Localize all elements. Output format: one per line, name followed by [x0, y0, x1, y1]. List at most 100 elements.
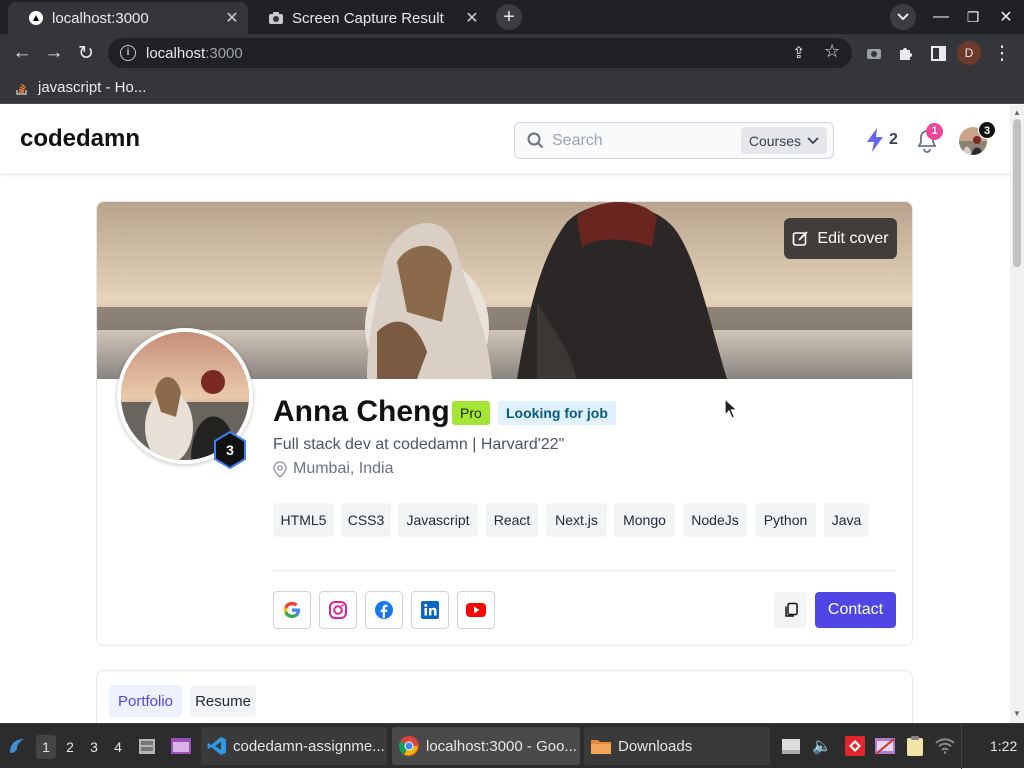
screenshot-extension-icon[interactable] [861, 40, 887, 66]
edit-cover-label: Edit cover [817, 229, 889, 247]
skill-tag: Javascript [398, 503, 478, 537]
page-viewport: codedamn Search Courses 2 1 3 Edit cover… [0, 105, 1010, 723]
chevron-down-icon [807, 136, 819, 144]
taskbar-vscode-window[interactable]: codedamn-assignme... [201, 727, 387, 765]
notifications-button[interactable]: 1 [916, 123, 943, 158]
restore-window-icon[interactable]: ❐ [960, 4, 986, 30]
site-logo[interactable]: codedamn [20, 125, 140, 153]
close-tab-icon[interactable]: ✕ [462, 8, 482, 28]
bookmarks-bar: javascript - Ho... [0, 72, 1024, 104]
skill-tag: CSS3 [341, 503, 391, 537]
browser-menu-icon[interactable]: ⋮ [989, 40, 1015, 66]
taskbar-downloads-window[interactable]: Downloads [584, 727, 770, 765]
profile-name: Anna Cheng [273, 395, 450, 428]
instagram-icon [329, 601, 347, 619]
copy-profile-link-button[interactable] [774, 592, 807, 628]
level-hexagon-badge: 3 [214, 431, 246, 469]
minimize-window-icon[interactable]: — [928, 4, 954, 30]
volume-muted-icon[interactable]: 🔈 [810, 734, 834, 758]
browser-toolbar: ← → ↻ i localhost:3000 ⇪ ☆ D ⋮ [0, 34, 1024, 72]
page-scrollbar[interactable]: ▲ ▼ [1010, 105, 1024, 723]
linkedin-link[interactable] [411, 591, 449, 629]
search-bar[interactable]: Search Courses [514, 122, 834, 159]
scroll-up-arrow-icon[interactable]: ▲ [1013, 108, 1021, 117]
wifi-icon[interactable] [933, 734, 957, 758]
drive-icon[interactable] [779, 734, 803, 758]
lightning-bolt-icon [867, 128, 883, 152]
url-port: :3000 [205, 44, 243, 62]
copy-icon [784, 602, 798, 617]
search-scope-select[interactable]: Courses [740, 127, 827, 154]
tab-resume[interactable]: Resume [190, 685, 256, 717]
portfolio-section-card: Portfolio Resume [96, 670, 913, 723]
workspace-1[interactable]: 1 [36, 735, 56, 759]
clock[interactable]: 1:22 [990, 738, 1017, 754]
level-number: 3 [226, 442, 234, 458]
edit-cover-button[interactable]: Edit cover [784, 218, 897, 259]
youtube-link[interactable] [457, 591, 495, 629]
tab-title: localhost:3000 [52, 9, 149, 27]
tab-portfolio[interactable]: Portfolio [109, 685, 182, 717]
skill-tag: Next.js [546, 503, 607, 537]
workspace-2[interactable]: 2 [60, 735, 80, 759]
start-menu-icon[interactable] [5, 734, 29, 758]
streak-count: 2 [889, 131, 898, 148]
browser-tab-bar: localhost:3000 ✕ Screen Capture Result ✕… [0, 0, 1024, 34]
streak-counter[interactable]: 2 [865, 127, 898, 153]
tab-search-chevron-icon[interactable] [890, 4, 916, 30]
bookmark-item[interactable]: javascript - Ho... [14, 79, 146, 96]
taskbar-chrome-window[interactable]: localhost:3000 - Goo... [392, 727, 580, 765]
skill-tag: Mongo [614, 503, 675, 537]
url-host: localhost [146, 44, 206, 62]
clipboard-tray-icon[interactable] [903, 734, 927, 758]
profile-location: Mumbai, India [273, 460, 394, 478]
task-label: Downloads [618, 737, 693, 755]
pro-badge: Pro [452, 401, 490, 425]
share-icon[interactable]: ⇪ [792, 43, 805, 63]
back-icon[interactable]: ← [9, 40, 35, 66]
profile-bio: Full stack dev at codedamn | Harvard'22" [273, 436, 565, 453]
close-window-icon[interactable]: ✕ [993, 4, 1019, 30]
facebook-link[interactable] [365, 591, 403, 629]
scroll-down-arrow-icon[interactable]: ▼ [1013, 709, 1021, 718]
workspace-4[interactable]: 4 [108, 735, 128, 759]
screenshot-app-icon[interactable] [169, 734, 193, 758]
instagram-link[interactable] [319, 591, 357, 629]
location-text: Mumbai, India [293, 460, 394, 477]
file-cabinet-icon[interactable] [135, 734, 159, 758]
avatar-level-badge: 3 [978, 121, 996, 139]
chrome-icon [398, 736, 419, 756]
side-panel-icon[interactable] [925, 40, 951, 66]
site-header: codedamn Search Courses 2 1 3 [0, 105, 1010, 175]
google-link[interactable] [273, 591, 311, 629]
browser-tab-screen-capture[interactable]: Screen Capture Result ✕ [248, 2, 488, 34]
browser-tab-localhost[interactable]: localhost:3000 ✕ [8, 2, 248, 34]
notification-badge: 1 [926, 123, 943, 140]
mouse-cursor-icon [724, 398, 738, 419]
close-tab-icon[interactable]: ✕ [222, 8, 242, 28]
search-scope-label: Courses [748, 132, 801, 149]
screenshot-tray-icon[interactable] [873, 734, 897, 758]
search-input[interactable]: Search [552, 132, 741, 150]
contact-button[interactable]: Contact [815, 592, 896, 628]
extensions-puzzle-icon[interactable] [893, 40, 919, 66]
bookmark-star-icon[interactable]: ☆ [824, 41, 840, 62]
bookmark-label: javascript - Ho... [38, 79, 147, 96]
workspace-3[interactable]: 3 [84, 735, 104, 759]
reload-icon[interactable]: ↻ [73, 40, 99, 66]
divider [273, 570, 896, 571]
forward-icon[interactable]: → [41, 40, 67, 66]
skill-tag: HTML5 [273, 503, 334, 537]
google-icon [283, 601, 300, 619]
new-tab-button[interactable]: + [496, 4, 522, 30]
youtube-icon [466, 603, 486, 617]
site-info-icon[interactable]: i [120, 45, 136, 61]
address-bar[interactable]: i localhost:3000 ⇪ ☆ [108, 38, 852, 68]
anydesk-tray-icon[interactable] [843, 734, 867, 758]
skill-tag: Java [824, 503, 869, 537]
scrollbar-thumb[interactable] [1013, 119, 1021, 267]
profile-avatar[interactable]: D [957, 41, 981, 65]
skill-tag: React [486, 503, 538, 537]
looking-for-job-badge: Looking for job [498, 401, 616, 425]
stackoverflow-icon [16, 83, 27, 95]
